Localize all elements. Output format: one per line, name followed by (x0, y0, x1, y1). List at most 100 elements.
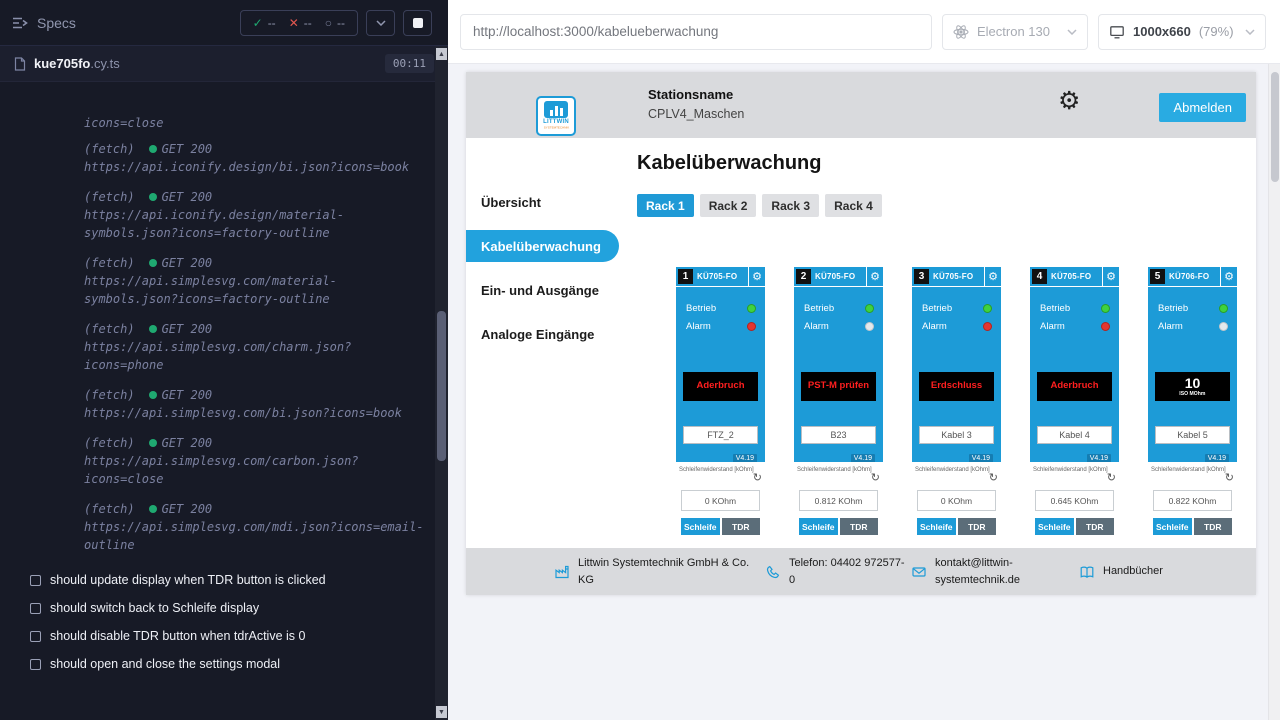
measurement-value: 0.822 KOhm (1153, 490, 1232, 511)
tdr-button[interactable]: TDR (840, 518, 879, 535)
tab-rack-4[interactable]: Rack 4 (825, 194, 882, 217)
app-under-test: LITTWIN SYSTEMTECHNIK Stationsname CPLV4… (466, 72, 1256, 595)
book-icon (1079, 564, 1095, 580)
refresh-icon[interactable]: ↻ (989, 473, 998, 484)
tab-rack-3[interactable]: Rack 3 (762, 194, 819, 217)
status-text: Aderbruch (696, 381, 744, 391)
specs-menu-button[interactable]: Specs (12, 15, 76, 31)
tab-rack-2[interactable]: Rack 2 (700, 194, 757, 217)
fetch-label: (fetch) (84, 388, 135, 402)
refresh-icon[interactable]: ↻ (1225, 473, 1234, 484)
card-settings-gear-icon[interactable]: ⚙ (1102, 267, 1119, 286)
card-number: 3 (914, 269, 929, 284)
network-log-entry[interactable]: (fetch)GET 200 https://api.simplesvg.com… (84, 254, 448, 308)
viewport-selector[interactable]: 1000x660 (79%) (1098, 14, 1266, 50)
scrollbar-thumb[interactable] (437, 311, 446, 461)
network-log-entry[interactable]: (fetch)GET 200 https://api.simplesvg.com… (84, 320, 448, 374)
page-scrollbar[interactable] (1268, 64, 1280, 720)
tdr-button[interactable]: TDR (958, 518, 997, 535)
card-settings-gear-icon[interactable]: ⚙ (748, 267, 765, 286)
circle-icon: ○ (325, 16, 332, 30)
stage: http://localhost:3000/kabelueberwachung … (448, 0, 1280, 720)
network-log-entry[interactable]: (fetch)GET 200 https://api.iconify.desig… (84, 188, 448, 242)
footer-phone[interactable]: Telefon: 04402 972577-0 (765, 555, 905, 588)
schleife-button[interactable]: Schleife (799, 518, 838, 535)
cable-name-input[interactable]: Kabel 3 (919, 426, 994, 444)
url-bar[interactable]: http://localhost:3000/kabelueberwachung (460, 14, 932, 50)
logo-subtext: SYSTEMTECHNIK (543, 127, 569, 130)
specs-label: Specs (37, 15, 76, 31)
status-display: Aderbruch (683, 372, 758, 401)
tab-rack-1[interactable]: Rack 1 (637, 194, 694, 217)
test-item[interactable]: should disable TDR button when tdrActive… (0, 622, 448, 650)
sidebar-item-uebersicht[interactable]: Übersicht (466, 180, 621, 224)
request-url: https://api.simplesvg.com/bi.json?icons=… (84, 404, 426, 422)
cross-icon: ✕ (289, 16, 299, 30)
network-log-entry[interactable]: (fetch)GET 200 https://api.iconify.desig… (84, 140, 448, 176)
request-url: https://api.iconify.design/bi.json?icons… (84, 158, 426, 176)
request-url: https://api.iconify.design/material-symb… (84, 206, 426, 242)
monitor-icon (1109, 24, 1125, 40)
footer-manuals[interactable]: Handbücher (1079, 563, 1163, 580)
test-item[interactable]: should open and close the settings modal (0, 650, 448, 678)
refresh-icon[interactable]: ↻ (871, 473, 880, 484)
runner-scrollbar[interactable]: ▲ ▼ (435, 46, 448, 720)
station-name: CPLV4_Maschen (648, 107, 744, 121)
schleife-button[interactable]: Schleife (681, 518, 720, 535)
status-dot (149, 325, 157, 333)
network-log-entry[interactable]: (fetch)GET 200 https://api.simplesvg.com… (84, 500, 448, 554)
sidebar-item-kabelueberwachung[interactable]: Kabelüberwachung (466, 230, 619, 262)
betrieb-led (1101, 304, 1110, 313)
chevron-down-icon (1067, 29, 1077, 35)
footer-email[interactable]: kontakt@littwin-systemtechnik.de (911, 555, 1025, 588)
betrieb-led (983, 304, 992, 313)
spec-file-row[interactable]: kue705fo.cy.ts 00:11 (0, 46, 448, 82)
network-log-entry[interactable]: (fetch)GET 200 https://api.simplesvg.com… (84, 434, 448, 488)
settings-gear-icon[interactable]: ⚙ (1058, 86, 1080, 116)
tdr-button[interactable]: TDR (1076, 518, 1115, 535)
refresh-icon[interactable]: ↻ (1107, 473, 1116, 484)
request-status: GET 200 (162, 142, 213, 156)
stop-tests-button[interactable] (403, 10, 432, 36)
test-title: should switch back to Schleife display (50, 601, 259, 615)
test-checkbox-icon (30, 603, 41, 614)
card-settings-gear-icon[interactable]: ⚙ (866, 267, 883, 286)
logout-button[interactable]: Abmelden (1159, 93, 1246, 122)
page-title: Kabelüberwachung (637, 152, 821, 175)
card-header: 3 KÜ705-FO ⚙ (912, 267, 1001, 287)
sidebar-item-ein-und-ausgaenge[interactable]: Ein- und Ausgänge (466, 268, 621, 312)
scroll-down-arrow[interactable]: ▼ (436, 706, 447, 718)
request-status: GET 200 (162, 322, 213, 336)
phone-icon (765, 564, 781, 580)
tdr-button[interactable]: TDR (722, 518, 761, 535)
page-scrollbar-thumb[interactable] (1271, 72, 1279, 182)
schleife-button[interactable]: Schleife (917, 518, 956, 535)
scroll-up-arrow[interactable]: ▲ (436, 48, 447, 60)
schleife-button[interactable]: Schleife (1035, 518, 1074, 535)
test-stats: ✓-- ✕-- ○-- (240, 10, 358, 36)
refresh-icon[interactable]: ↻ (753, 473, 762, 484)
measurement-panel: Schleifenwiderstand [kOhm] ↻ 0.645 KOhm … (1030, 462, 1119, 548)
device-card: 3 KÜ705-FO ⚙ Betrieb Alarm Erdschluss Ka… (912, 267, 1001, 548)
test-title: should open and close the settings modal (50, 657, 280, 671)
spec-extension: .cy.ts (90, 56, 119, 71)
cable-name-input[interactable]: Kabel 4 (1037, 426, 1112, 444)
network-log-entry[interactable]: (fetch)GET 200 https://api.simplesvg.com… (84, 386, 448, 422)
sidebar-item-analoge-eingaenge[interactable]: Analoge Eingänge (466, 312, 621, 356)
cable-name-input[interactable]: FTZ_2 (683, 426, 758, 444)
measurement-panel: Schleifenwiderstand [kOhm] ↻ 0 KOhm Schl… (912, 462, 1001, 548)
betrieb-led (865, 304, 874, 313)
test-item[interactable]: should update display when TDR button is… (0, 566, 448, 594)
card-settings-gear-icon[interactable]: ⚙ (1220, 267, 1237, 286)
test-item[interactable]: should switch back to Schleife display (0, 594, 448, 622)
chevron-down-icon (1245, 29, 1255, 35)
tdr-button[interactable]: TDR (1194, 518, 1233, 535)
alarm-label: Alarm (686, 321, 711, 332)
cable-name-input[interactable]: B23 (801, 426, 876, 444)
schleife-button[interactable]: Schleife (1153, 518, 1192, 535)
collapse-chevron-button[interactable] (366, 10, 395, 36)
card-settings-gear-icon[interactable]: ⚙ (984, 267, 1001, 286)
cable-name-input[interactable]: Kabel 5 (1155, 426, 1230, 444)
card-header: 5 KÜ706-FO ⚙ (1148, 267, 1237, 287)
browser-selector[interactable]: Electron 130 (942, 14, 1088, 50)
